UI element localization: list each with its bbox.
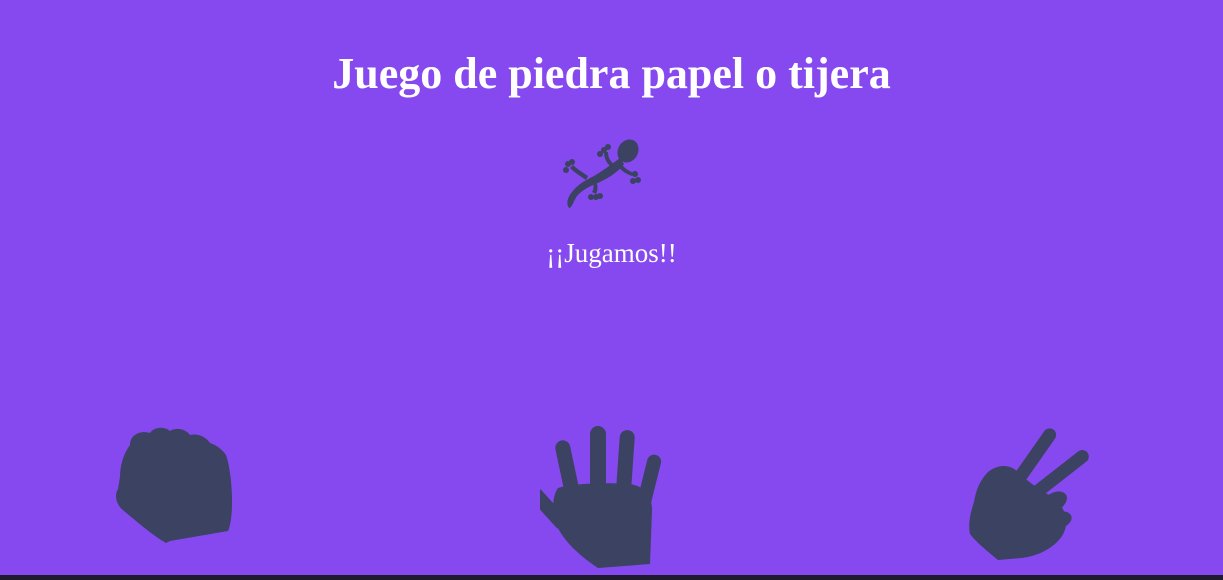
scissors-button[interactable] <box>966 424 1092 564</box>
paper-hand-icon <box>540 426 662 568</box>
paper-button[interactable] <box>540 424 664 570</box>
lizard-icon <box>560 134 642 210</box>
rock-hand-icon <box>116 427 232 543</box>
game-status-text: ¡¡Jugamos!! <box>546 238 677 268</box>
page-title: Juego de piedra papel o tijera <box>332 49 891 98</box>
rock-button[interactable] <box>112 425 236 547</box>
bottom-bar <box>0 575 1223 580</box>
scissors-hand-icon <box>969 428 1089 560</box>
game-page: Juego de piedra papel o tijera ¡¡Jugamos… <box>0 0 1223 580</box>
